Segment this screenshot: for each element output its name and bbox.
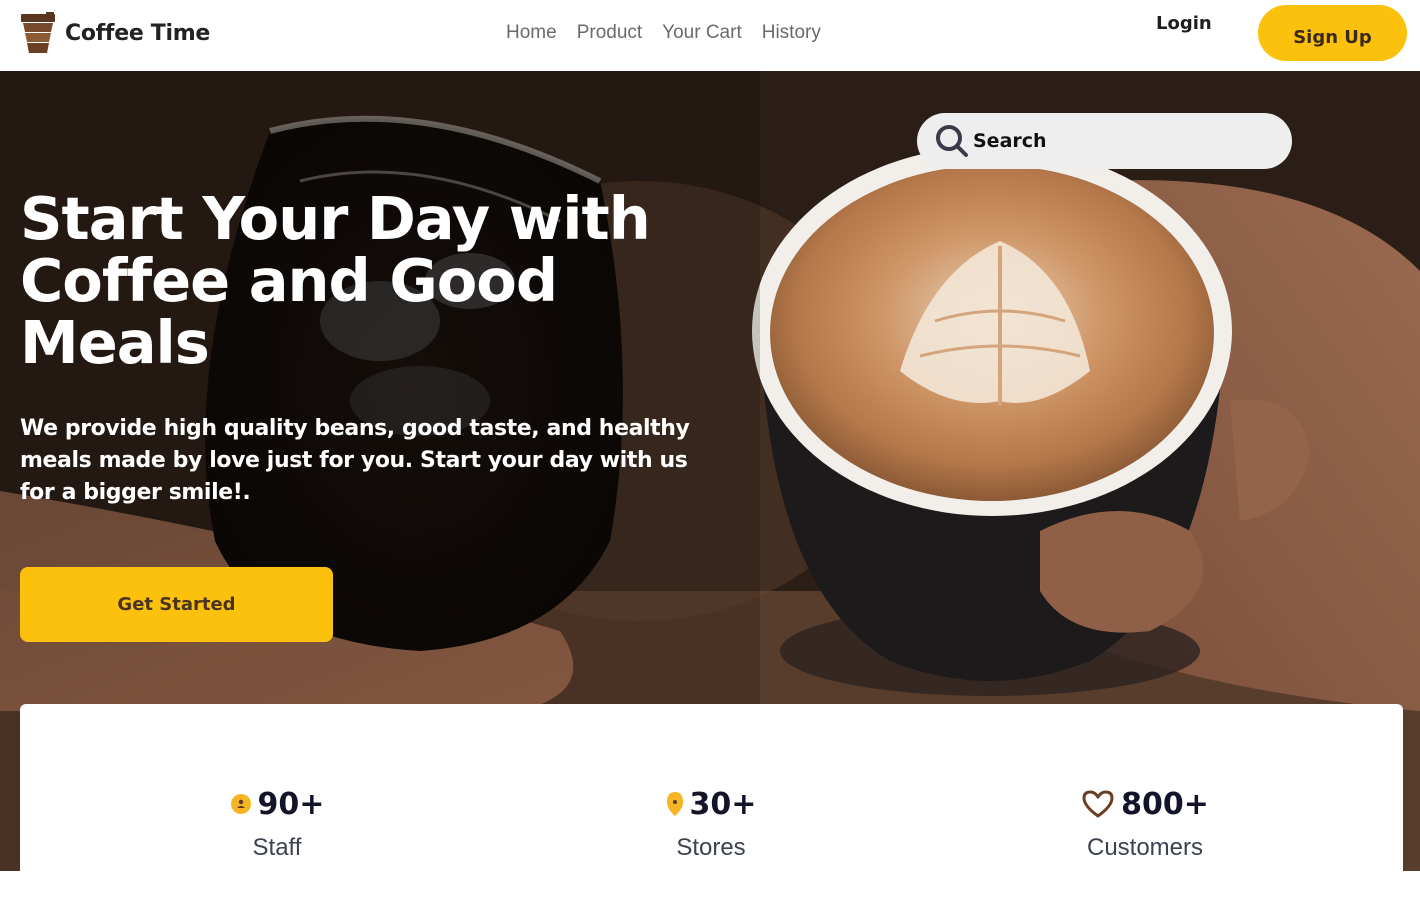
coffee-cup-icon bbox=[21, 12, 55, 53]
search-bar[interactable] bbox=[917, 113, 1292, 169]
site-header: Coffee Time Home Product Your Cart Histo… bbox=[0, 0, 1420, 71]
login-link[interactable]: Login bbox=[1156, 13, 1212, 34]
stat-stores-value: 30+ bbox=[689, 786, 757, 822]
brand-name: Coffee Time bbox=[65, 20, 210, 46]
hero-title: Start Your Day with Coffee and Good Meal… bbox=[20, 184, 651, 377]
hero-subtitle: We provide high quality beans, good tast… bbox=[20, 416, 690, 505]
person-icon bbox=[230, 794, 251, 814]
brand-logo-link[interactable]: Coffee Time bbox=[19, 12, 210, 54]
stats-card: 90+ Staff 30+ Stores 800+ Customers bbox=[20, 704, 1403, 871]
stat-staff-label: Staff bbox=[252, 834, 302, 861]
location-pin-icon bbox=[666, 792, 683, 816]
stat-staff: 90+ Staff bbox=[117, 784, 437, 862]
stat-stores-label: Stores bbox=[676, 834, 746, 861]
nav-cart-link[interactable]: Your Cart bbox=[662, 22, 742, 44]
search-input[interactable] bbox=[973, 130, 1273, 152]
nav-product-link[interactable]: Product bbox=[577, 22, 642, 44]
stat-customers-value: 800+ bbox=[1121, 786, 1209, 822]
nav-home-link[interactable]: Home bbox=[506, 22, 557, 44]
signup-button[interactable]: Sign Up bbox=[1258, 5, 1407, 61]
stat-staff-value: 90+ bbox=[257, 786, 325, 822]
heart-icon bbox=[1082, 790, 1114, 818]
stat-customers: 800+ Customers bbox=[985, 784, 1305, 862]
stat-stores: 30+ Stores bbox=[551, 784, 871, 862]
main-nav: Home Product Your Cart History bbox=[506, 22, 821, 44]
nav-history-link[interactable]: History bbox=[762, 22, 821, 44]
get-started-button[interactable]: Get Started bbox=[20, 567, 333, 642]
stat-customers-label: Customers bbox=[1086, 834, 1204, 861]
search-icon bbox=[936, 125, 968, 157]
